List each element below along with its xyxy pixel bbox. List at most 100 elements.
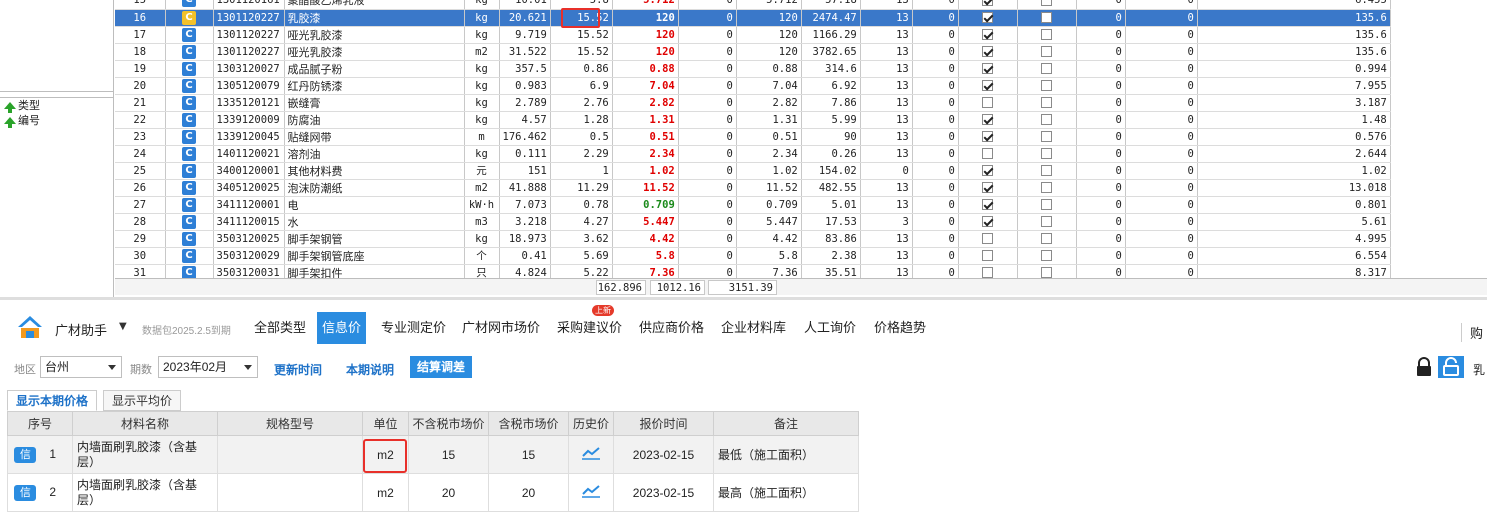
checkbox[interactable]	[1041, 131, 1053, 142]
table-row[interactable]: 17 C 1301120227 哑光乳胶漆 kg 9.719 15.52 120 0 120 116…	[115, 26, 1391, 44]
checkbox[interactable]	[1041, 233, 1053, 244]
tab-price-trend[interactable]: 价格趋势	[870, 312, 930, 344]
checkbox[interactable]	[1041, 114, 1053, 125]
checkbox[interactable]	[982, 182, 994, 193]
checkbox[interactable]	[982, 46, 994, 57]
tab-professional-price[interactable]: 专业测定价	[377, 312, 450, 344]
table-row[interactable]: 信 2 内墙面刷乳胶漆（含基层） m2 20 20 2023-02-15 最高（…	[7, 473, 859, 512]
material-grid[interactable]: 15C1301120161聚醋酸乙烯乳液kg10.015.85.71205.71…	[115, 0, 1487, 278]
table-row[interactable]: 20 C 1305120079 红丹防锈漆 kg 0.983 6.9 7.04 0 7.04 6.9…	[115, 77, 1391, 95]
checkbox[interactable]	[982, 148, 994, 159]
unlock-icon[interactable]	[1438, 356, 1464, 378]
table-row[interactable]: 22 C 1339120009 防腐油 kg 4.57 1.28 1.31 0 1.31 5.99 1…	[115, 111, 1391, 129]
col-header-unit[interactable]: 单位	[362, 411, 409, 436]
checkbox[interactable]	[1041, 267, 1053, 278]
table-row[interactable]: 16 C 1301120227 乳胶漆 kg 20.621 15.52 120 0 120 2474…	[115, 9, 1391, 27]
checkbox[interactable]	[1041, 250, 1053, 261]
buy-link[interactable]: 购	[1461, 323, 1487, 342]
tax-rate: 13	[860, 264, 913, 278]
checkbox[interactable]	[1041, 0, 1053, 6]
base-price: 5.69	[550, 247, 613, 265]
table-row[interactable]: 19 C 1303120027 成品腻子粉 kg 357.5 0.86 0.88 0 0.88 31…	[115, 60, 1391, 78]
checkbox[interactable]	[1041, 29, 1053, 40]
checkbox[interactable]	[982, 250, 994, 261]
checkbox[interactable]	[1041, 97, 1053, 108]
col-header-date[interactable]: 报价时间	[613, 411, 714, 436]
checkbox[interactable]	[1041, 182, 1053, 193]
type-badge-cell: C	[165, 247, 214, 265]
col-header-spec[interactable]: 规格型号	[217, 411, 363, 436]
tab-market-price[interactable]: 广材网市场价	[458, 312, 544, 344]
brand-dropdown-icon[interactable]: ▼	[119, 321, 127, 332]
update-time-link[interactable]: 更新时间	[274, 361, 322, 378]
tab-supplier-price[interactable]: 供应商价格	[635, 312, 708, 344]
col-header-price-ex-tax[interactable]: 不含税市场价	[408, 411, 489, 436]
material-name: 红丹防锈漆	[284, 77, 465, 95]
col-header-note[interactable]: 备注	[713, 411, 859, 436]
sort-item-type[interactable]: 类型	[0, 98, 113, 113]
tab-all-types[interactable]: 全部类型	[250, 312, 310, 344]
col-c3: 0	[1076, 162, 1126, 180]
final-price: 135.6	[1197, 43, 1391, 61]
checkbox[interactable]	[1041, 216, 1053, 227]
checkbox[interactable]	[1041, 165, 1053, 176]
table-row[interactable]: 23 C 1339120045 贴缝网带 m 176.462 0.5 0.51 0 0.51 90 1…	[115, 128, 1391, 146]
col-c3: 0	[1076, 196, 1126, 214]
checkbox[interactable]	[1041, 63, 1053, 74]
table-row[interactable]: 24 C 1401120021 溶剂油 kg 0.111 2.29 2.34 0 2.34 0.26…	[115, 145, 1391, 163]
table-row[interactable]: 29 C 3503120025 脚手架钢管 kg 18.973 3.62 4.42 0 4.42 8…	[115, 230, 1391, 248]
tab-enterprise-library[interactable]: 企业材料库	[717, 312, 790, 344]
period-note-link[interactable]: 本期说明	[346, 361, 394, 378]
table-row[interactable]: 26 C 3405120025 泡沫防潮纸 m2 41.888 11.29 11.52 0 11.…	[115, 179, 1391, 197]
checkbox[interactable]	[982, 216, 994, 227]
checkbox[interactable]	[982, 199, 994, 210]
lock-icon[interactable]	[1414, 356, 1434, 378]
checkbox[interactable]	[982, 233, 994, 244]
region-select[interactable]: 台州	[40, 356, 122, 378]
checkbox[interactable]	[982, 0, 994, 6]
table-row[interactable]: 21 C 1335120121 嵌缝膏 kg 2.789 2.76 2.82 0 2.82 7.86…	[115, 94, 1391, 112]
checkbox[interactable]	[982, 29, 994, 40]
table-row[interactable]: 28 C 3411120015 水 m3 3.218 4.27 5.447 0 5.447 17.5…	[115, 213, 1391, 231]
col-header-no[interactable]: 序号	[7, 411, 73, 436]
table-row[interactable]: 31 C 3503120031 脚手架扣件只 4.824 5.22 7.36 0 7.36 35.…	[115, 264, 1391, 278]
tab-current-price[interactable]: 显示本期价格	[7, 390, 98, 411]
tab-labor-inquiry[interactable]: 人工询价	[800, 312, 860, 344]
checkbox[interactable]	[1041, 46, 1053, 57]
checkbox[interactable]	[982, 63, 994, 74]
col-header-name[interactable]: 材料名称	[72, 411, 218, 436]
sort-item-code[interactable]: 编号	[0, 113, 113, 128]
type-badge: C	[182, 61, 196, 76]
checkbox[interactable]	[982, 12, 994, 23]
checkbox[interactable]	[982, 131, 994, 142]
tab-purchase-advice[interactable]: 采购建议价 上新	[553, 305, 626, 344]
col-header-price-in-tax[interactable]: 含税市场价	[488, 411, 569, 436]
trend-chart-icon[interactable]	[581, 445, 601, 461]
period-label: 期数	[130, 364, 152, 376]
checkbox[interactable]	[982, 114, 994, 125]
checkbox[interactable]	[1041, 12, 1053, 23]
table-row[interactable]: 18 C 1301120227 哑光乳胶漆 m2 31.522 15.52 120 0 120 37…	[115, 43, 1391, 61]
tab-info-price[interactable]: 信息价	[317, 312, 367, 344]
col-header-history[interactable]: 历史价	[568, 411, 614, 436]
tab-average-price[interactable]: 显示平均价	[103, 390, 182, 411]
checkbox[interactable]	[1041, 80, 1053, 91]
checkbox[interactable]	[1041, 199, 1053, 210]
checkbox[interactable]	[982, 165, 994, 176]
trend-chart-icon[interactable]	[581, 483, 601, 499]
table-row[interactable]: 信 1 内墙面刷乳胶漆（含基层） m2 15 15 2023-02-15 最低（…	[7, 435, 859, 474]
period-select[interactable]: 2023年02月	[158, 356, 258, 378]
final-price: 0.994	[1197, 60, 1391, 78]
col-c3: 0	[1076, 111, 1126, 129]
table-row[interactable]: 15C1301120161聚醋酸乙烯乳液kg10.015.85.71205.71…	[115, 0, 1391, 10]
table-row[interactable]: 30 C 3503120029 脚手架钢管底座个 0.41 5.69 5.8 0 5.8 2.38…	[115, 247, 1391, 265]
checkbox[interactable]	[982, 80, 994, 91]
checkbox[interactable]	[1041, 148, 1053, 159]
brand-name[interactable]: 广材助手	[55, 320, 107, 339]
settle-adjust-button[interactable]: 结算调差	[410, 356, 473, 378]
table-row[interactable]: 27 C 3411120001 电 kW·h 7.073 0.78 0.709 0 0.709 5.…	[115, 196, 1391, 214]
check-cell-1	[958, 43, 1018, 61]
checkbox[interactable]	[982, 97, 994, 108]
checkbox[interactable]	[982, 267, 994, 278]
table-row[interactable]: 25 C 3400120001 其他材料费元 151 1 1.02 0 1.02 154.02 0 0…	[115, 162, 1391, 180]
